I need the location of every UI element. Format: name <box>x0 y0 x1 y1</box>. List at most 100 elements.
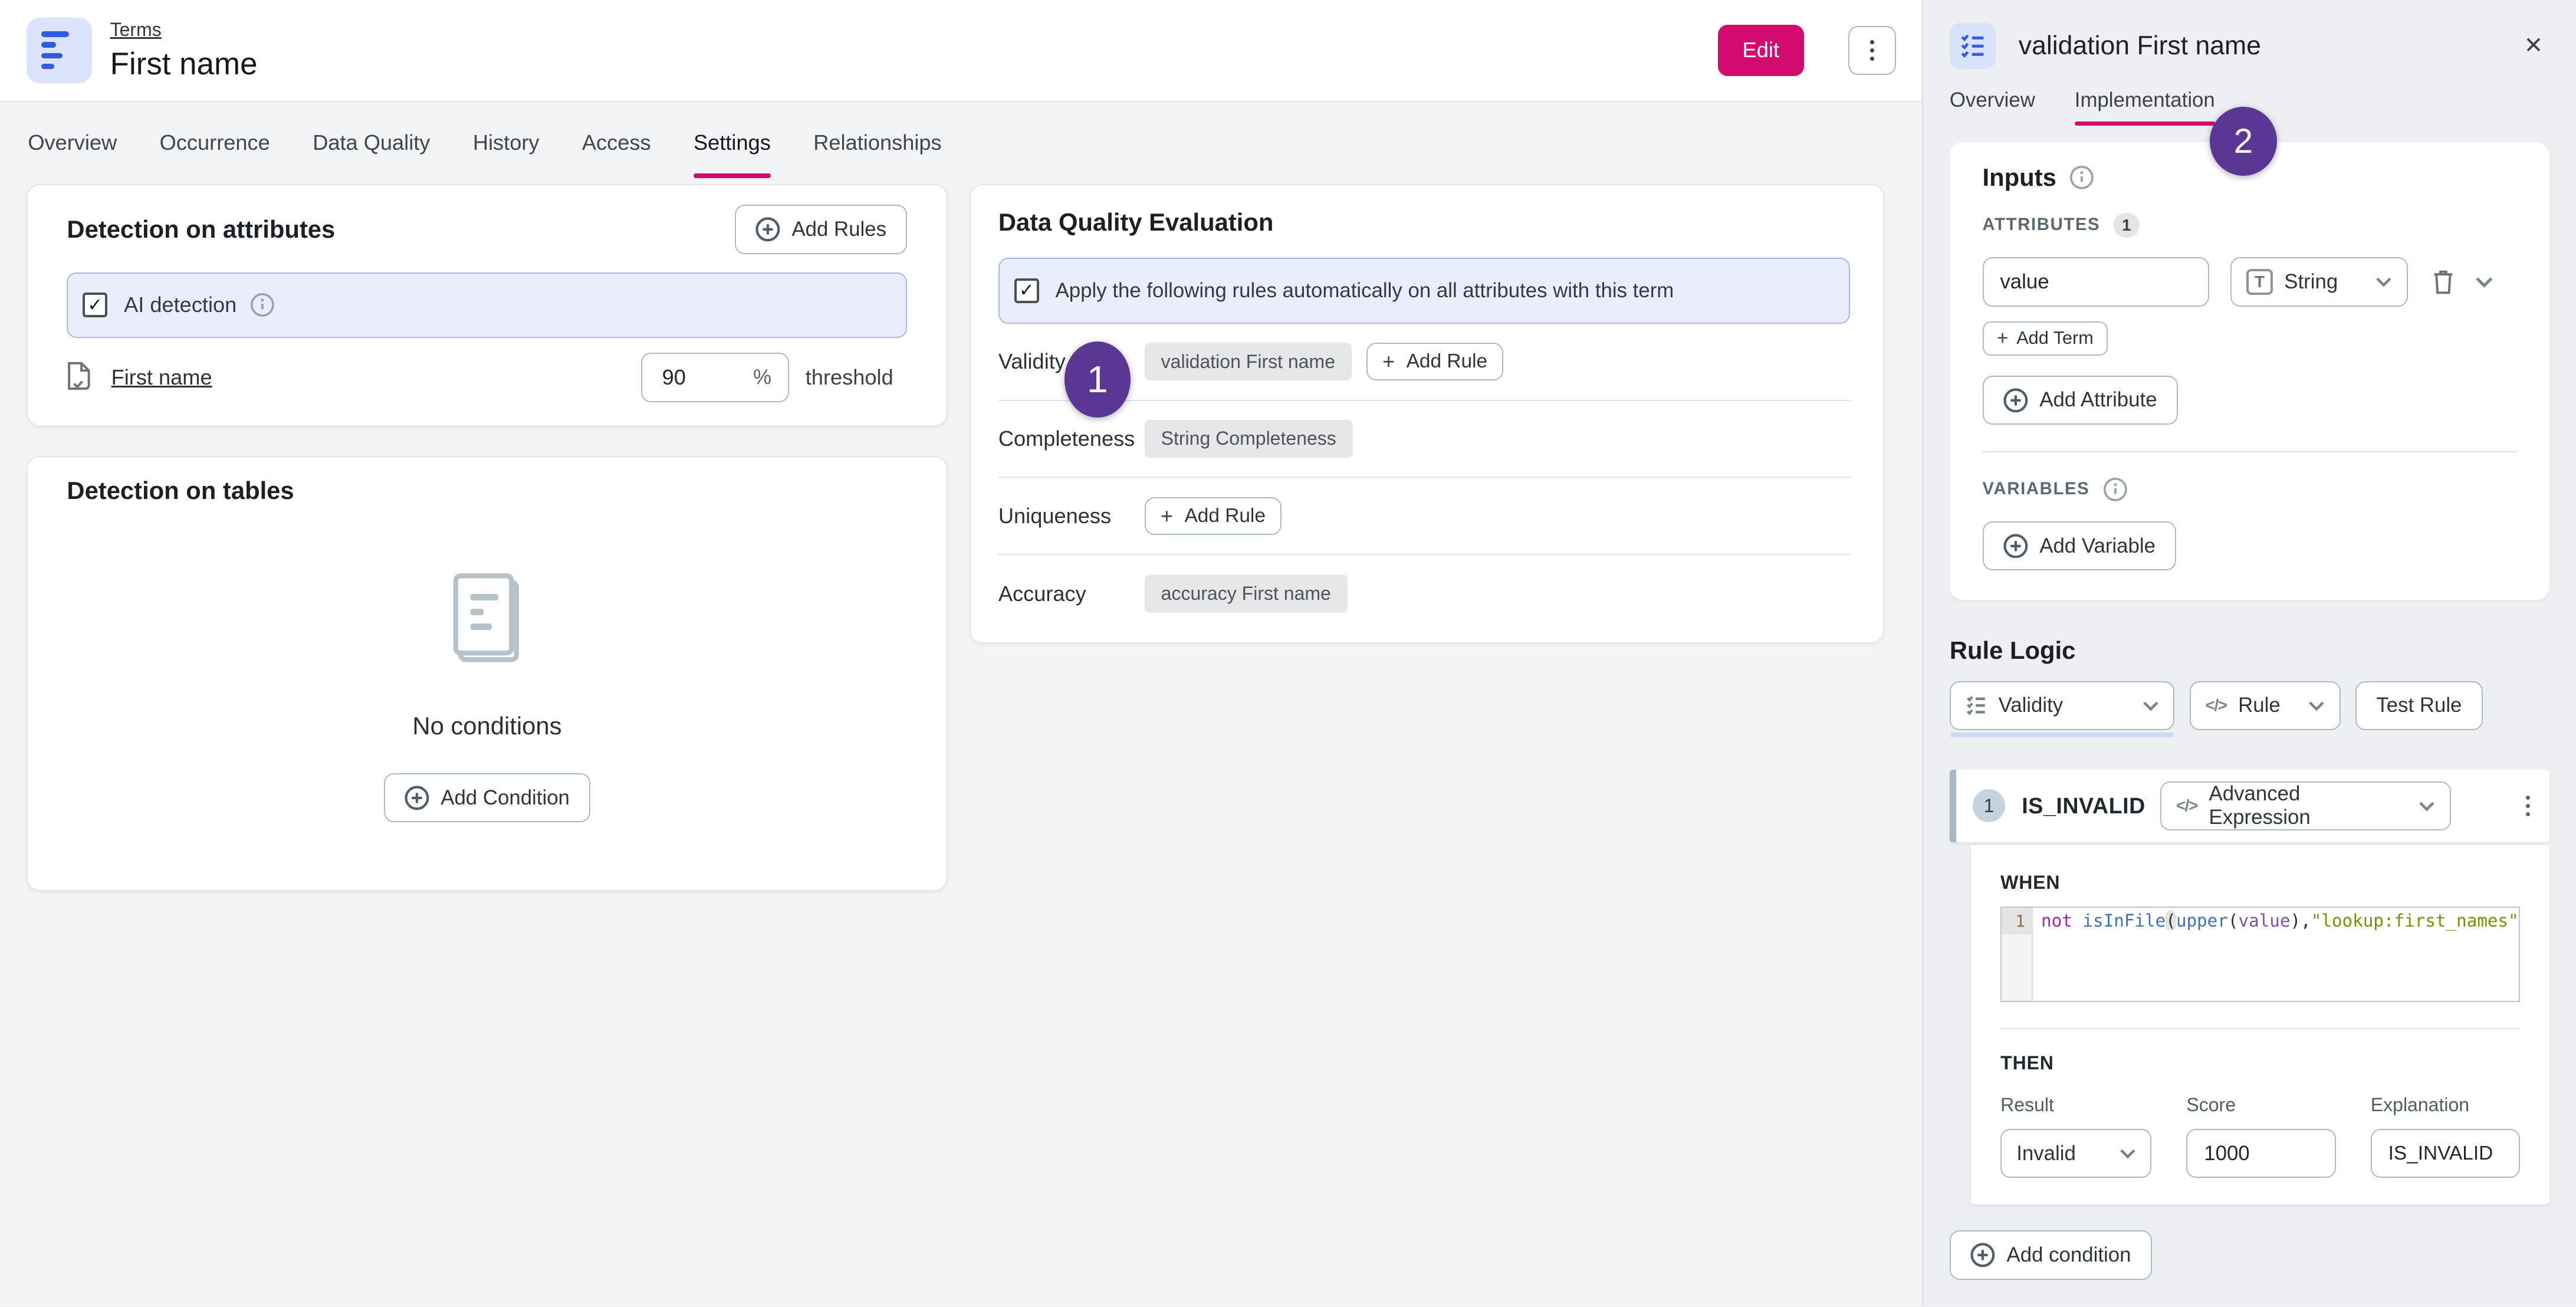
detection-attributes-title: Detection on attributes <box>67 215 335 244</box>
plus-icon: + <box>1382 349 1395 374</box>
add-rules-button[interactable]: Add Rules <box>735 205 908 254</box>
condition-body: WHEN 1 not isInFile(upper(value),"lookup… <box>1971 845 2549 1204</box>
dimension-label: Accuracy <box>998 582 1145 606</box>
condition-name: IS_INVALID <box>2022 793 2145 819</box>
explanation-input[interactable]: IS_INVALID <box>2371 1129 2520 1178</box>
tab-settings[interactable]: Settings <box>694 124 771 162</box>
chevron-down-icon <box>2308 700 2325 711</box>
tab-data-quality[interactable]: Data Quality <box>313 124 430 162</box>
detection-tables-title: Detection on tables <box>67 477 907 505</box>
trash-icon <box>2431 268 2456 295</box>
explanation-label: Explanation <box>2371 1094 2520 1116</box>
rule-badge[interactable]: accuracy First name <box>1145 574 1348 613</box>
test-rule-button[interactable]: Test Rule <box>2355 681 2483 731</box>
plus-circle-icon <box>755 217 780 242</box>
apply-rules-checkbox[interactable]: ✓ <box>1014 278 1039 303</box>
attribute-value-input[interactable]: value <box>1983 257 2209 307</box>
detection-tables-card: Detection on tables No conditions <box>27 456 948 891</box>
section-divider <box>1983 451 2517 452</box>
dimension-label: Uniqueness <box>998 504 1145 528</box>
add-condition-button-main[interactable]: Add Condition <box>384 773 591 823</box>
inputs-card: Inputs ATTRIBUTES 1 value T String <box>1950 142 2550 600</box>
condition-menu-button[interactable] <box>2526 796 2530 816</box>
rule-badge[interactable]: String Completeness <box>1145 420 1353 458</box>
dimension-label: Completeness <box>998 426 1145 451</box>
add-condition-button-panel[interactable]: Add condition <box>1950 1230 2152 1280</box>
add-attribute-button[interactable]: Add Attribute <box>1983 376 2178 425</box>
main-area: Terms First name Edit Overview Occurrenc… <box>0 0 1922 1306</box>
rule-detail-panel: validation First name ✕ Overview Impleme… <box>1922 0 2576 1306</box>
breadcrumb[interactable]: Terms <box>110 19 258 41</box>
expression-editor[interactable]: 1 not isInFile(upper(value),"lookup:firs… <box>2000 907 2520 1002</box>
plus-circle-icon <box>2003 534 2028 559</box>
plus-circle-icon <box>405 786 429 810</box>
code-line-content: not isInFile(upper(value),"lookup:first_… <box>2033 908 2519 934</box>
threshold-input[interactable]: 90 % <box>641 353 789 402</box>
code-icon: </> <box>2206 696 2227 715</box>
tab-relationships[interactable]: Relationships <box>813 124 941 162</box>
rule-logic-heading: Rule Logic <box>1950 636 2550 665</box>
tab-history[interactable]: History <box>473 124 540 162</box>
tab-access[interactable]: Access <box>582 124 651 162</box>
plus-icon: + <box>1997 327 2009 350</box>
delete-attribute-button[interactable] <box>2431 268 2456 295</box>
annotation-step-1: 1 <box>1064 341 1130 417</box>
dq-row-accuracy: Accuracy accuracy First name <box>998 555 1851 632</box>
dq-evaluation-title: Data Quality Evaluation <box>998 205 1851 237</box>
apply-rules-label: Apply the following rules automatically … <box>1056 279 1674 303</box>
more-menu-button[interactable] <box>1848 26 1896 75</box>
editor-gutter: 1 <box>2002 908 2033 1001</box>
add-rule-button-validity[interactable]: + Add Rule <box>1366 343 1503 380</box>
term-type-icon <box>27 18 92 83</box>
expand-attribute-button[interactable] <box>2475 275 2493 288</box>
ai-detection-row: ✓ AI detection <box>67 272 907 338</box>
info-icon <box>250 293 275 317</box>
app-root: Terms First name Edit Overview Occurrenc… <box>0 0 2576 1306</box>
edit-button[interactable]: Edit <box>1718 25 1804 76</box>
then-label: THEN <box>2000 1052 2520 1074</box>
ai-detection-label: AI detection <box>124 293 236 317</box>
checklist-icon <box>1966 695 1987 716</box>
ai-detection-checkbox[interactable]: ✓ <box>83 293 107 317</box>
info-icon <box>2103 477 2128 502</box>
panel-tab-implementation[interactable]: Implementation <box>2075 88 2215 125</box>
variables-label: VARIABLES <box>1983 480 2090 499</box>
top-header: Terms First name Edit <box>0 0 1922 102</box>
result-label: Result <box>2000 1094 2151 1116</box>
type-string-icon: T <box>2246 269 2273 295</box>
chevron-down-icon <box>2120 1148 2136 1159</box>
panel-title: validation First name <box>2019 31 2261 61</box>
chevron-down-icon <box>2475 275 2493 288</box>
tab-occurrence[interactable]: Occurrence <box>160 124 270 162</box>
info-icon <box>2069 165 2094 190</box>
code-icon: </> <box>2176 796 2197 815</box>
apply-rules-row: ✓ Apply the following rules automaticall… <box>998 258 1851 323</box>
attributes-count-badge: 1 <box>2114 213 2140 238</box>
score-label: Score <box>2186 1094 2335 1116</box>
add-rule-button-uniqueness[interactable]: + Add Rule <box>1145 497 1282 535</box>
chevron-down-icon <box>2375 276 2392 287</box>
tab-overview[interactable]: Overview <box>28 124 117 162</box>
condition-index-badge: 1 <box>1973 789 2006 822</box>
add-term-button[interactable]: + Add Term <box>1983 321 2108 356</box>
rule-badge[interactable]: validation First name <box>1145 343 1352 381</box>
score-input[interactable]: 1000 <box>2186 1129 2335 1178</box>
condition-header: 1 IS_INVALID </> Advanced Expression <box>1950 770 2550 842</box>
when-label: WHEN <box>2000 872 2520 894</box>
dimension-select[interactable]: Validity <box>1950 681 2175 731</box>
line-number: 1 <box>2002 908 2032 934</box>
page-title: First name <box>110 46 258 82</box>
attribute-type-select[interactable]: T String <box>2230 257 2408 307</box>
close-icon[interactable]: ✕ <box>2517 28 2549 64</box>
result-select[interactable]: Invalid <box>2000 1129 2151 1178</box>
annotation-step-2: 2 <box>2210 107 2277 176</box>
panel-tab-overview[interactable]: Overview <box>1950 88 2035 125</box>
chevron-down-icon <box>2143 700 2159 711</box>
attribute-link[interactable]: First name <box>111 365 212 390</box>
kebab-icon <box>1870 40 1874 61</box>
threshold-label: threshold <box>806 365 908 390</box>
dq-row-completeness: Completeness String Completeness <box>998 401 1851 478</box>
rule-type-select[interactable]: </> Rule <box>2190 681 2341 731</box>
add-variable-button[interactable]: Add Variable <box>1983 521 2177 571</box>
expression-mode-select[interactable]: </> Advanced Expression <box>2160 781 2451 831</box>
